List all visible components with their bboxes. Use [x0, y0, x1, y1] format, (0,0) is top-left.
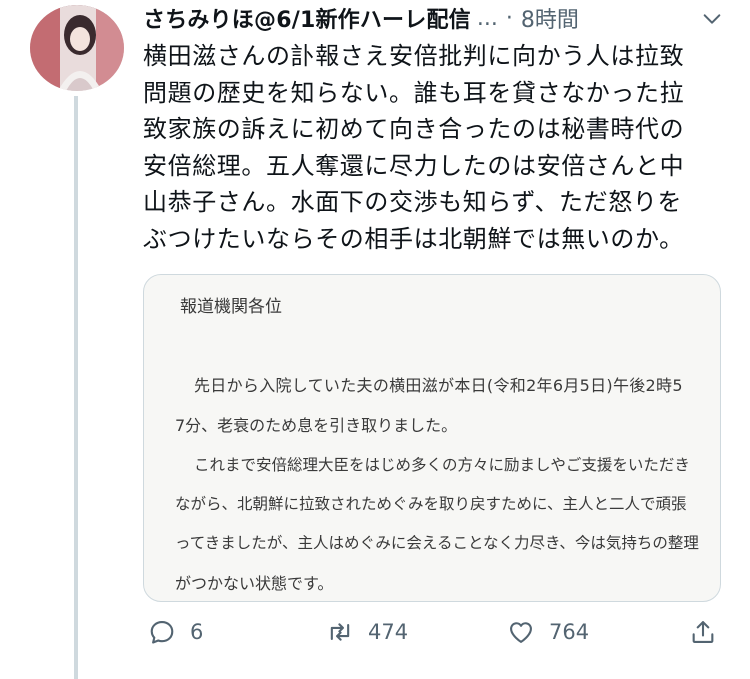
tweet-text: 横田滋さんの訃報さえ安倍批判に向かう人は拉致 問題の歴史を知らない。誰も耳を貸さ…	[143, 38, 733, 257]
share-icon	[692, 621, 714, 643]
name-ellipsis: ...	[476, 5, 498, 31]
retweet-button[interactable]: 474	[326, 618, 408, 646]
avatar[interactable]	[30, 5, 124, 91]
retweet-count: 474	[368, 620, 409, 644]
like-button[interactable]: 764	[507, 618, 589, 646]
tweet-text-line: ぶつけたいならその相手は北朝鮮では無いのか。	[143, 224, 684, 253]
reply-count: 6	[190, 620, 204, 644]
tweet-text-line: 問題の歴史を知らない。誰も耳を貸さなかった拉	[143, 78, 685, 107]
reply-icon	[150, 621, 174, 644]
thread-line	[74, 96, 78, 679]
tweet-text-line: 安倍総理。五人奪還に尽力したのは安倍さんと中	[143, 151, 685, 180]
document-line: がつかない状態です。	[175, 574, 334, 593]
tweet-text-line: 山恭子さん。水面下の交渉も知らず、ただ怒りを	[143, 188, 683, 216]
reply-button[interactable]: 6	[148, 618, 203, 646]
document-heading: 報道機関各位	[180, 297, 282, 317]
document-line: これまで安倍総理大臣をはじめ多くの方々に励ましやご支援をいただき	[194, 456, 690, 474]
share-button[interactable]	[689, 618, 717, 646]
tweet-header: さちみりほ@6/1新作ハーレ配信 ... · 8時間	[143, 2, 733, 34]
tweet-time[interactable]: 8時間	[521, 2, 579, 34]
document-line: ってきましたが、主人はめぐみに会えることなく力尽き、今は気持ちの整理	[175, 534, 699, 552]
tweet-text-line: 致家族の訴えに初めて向き合ったのは秘書時代の	[143, 115, 685, 143]
document-line: 7分、老衰のため息を引き取りました。	[175, 416, 458, 435]
document-line: ながら、北朝鮮に拉致されためぐみを取り戻すために、主人と二人で頑張	[175, 495, 687, 513]
heart-icon	[510, 622, 532, 643]
avatar-image	[30, 5, 124, 91]
attached-image[interactable]: 報道機関各位 先日から入院していた夫の横田滋が本日(令和2年6月5日)午後2時5…	[143, 274, 721, 602]
chevron-down-icon[interactable]	[701, 8, 723, 30]
document-line: 先日から入院していた夫の横田滋が本日(令和2年6月5日)午後2時5	[194, 376, 683, 395]
separator-dot: ·	[505, 5, 513, 31]
tweet-text-line: 横田滋さんの訃報さえ安倍批判に向かう人は拉致	[143, 42, 685, 70]
tweet-actions: 6 474 764	[143, 618, 733, 658]
like-count: 764	[549, 620, 590, 644]
retweet-icon	[330, 623, 350, 641]
display-name[interactable]: さちみりほ@6/1新作ハーレ配信	[143, 2, 471, 34]
